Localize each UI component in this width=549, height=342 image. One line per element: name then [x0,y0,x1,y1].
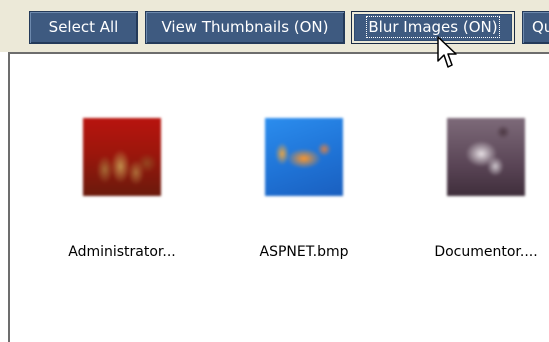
view-thumbnails-label: View Thumbnails (ON) [161,18,329,36]
view-thumbnails-button[interactable]: View Thumbnails (ON) [145,11,345,44]
mouse-pointer-icon [437,36,457,68]
file-name-2[interactable]: ASPNET.bmp [224,244,384,260]
file-name-3[interactable]: Documentor.... [406,244,549,260]
select-all-button[interactable]: Select All [29,11,138,44]
blur-images-label: Blur Images (ON) [366,16,500,38]
file-name-1[interactable]: Administrator... [42,244,202,260]
blur-images-button[interactable]: Blur Images (ON) [351,11,515,44]
file-thumbnail-panel: Administrator... ASPNET.bmp Documentor..… [8,52,549,342]
file-thumbnail-1[interactable] [83,118,161,196]
select-all-label: Select All [48,18,119,36]
truncated-toolbar-button[interactable]: Qu [522,11,549,44]
file-thumbnail-2[interactable] [265,118,343,196]
truncated-button-label: Qu [532,18,549,36]
toolbar: Select All View Thumbnails (ON) Blur Ima… [0,0,549,52]
file-thumbnail-3[interactable] [447,118,525,196]
